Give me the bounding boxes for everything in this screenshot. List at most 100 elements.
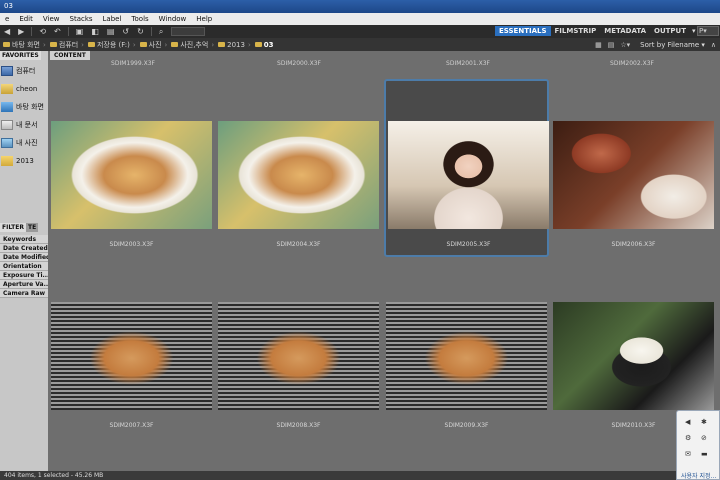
thumbnail-item-selected[interactable]: SDIM2005.X3F: [384, 79, 549, 257]
view-controls: ▦ ▤ ☆▾ Sort by Filename ▾ ∧: [589, 38, 716, 51]
filter-list: Keywords Date Created Date Modified Orie…: [0, 235, 48, 298]
content-panel: CONTENT SDIM1999.X3F SDIM2000.X3F SDIM20…: [48, 51, 720, 471]
tab-output[interactable]: OUTPUT: [650, 26, 690, 36]
menu-help[interactable]: Help: [191, 13, 217, 25]
thumbnail-image: [51, 302, 212, 410]
star-filter-icon[interactable]: ☆▾: [620, 41, 630, 49]
thumbnail-filename: SDIM2009.X3F: [444, 422, 489, 429]
sort-dropdown[interactable]: Sort by Filename ▾: [640, 41, 705, 49]
workspace-search-input[interactable]: P▾: [697, 26, 719, 36]
breadcrumb-drive[interactable]: 저장용 (F:) ›: [87, 40, 139, 50]
menu-tools[interactable]: Tools: [126, 13, 153, 25]
sort-direction-icon[interactable]: ∧: [711, 41, 716, 49]
favorites-list: 컴퓨터 cheon 바탕 화면 내 문서 내 사진 2013: [0, 62, 48, 170]
thumbnail-item[interactable]: SDIM2003.X3F: [49, 81, 214, 259]
documents-icon: [1, 120, 13, 130]
breadcrumb-computer[interactable]: 컴퓨터 ›: [49, 40, 87, 50]
thumbnail-filename: SDIM2003.X3F: [109, 241, 154, 248]
folder-icon: [1, 156, 13, 166]
thumbnail-image: [388, 121, 549, 229]
menu-stacks[interactable]: Stacks: [65, 13, 98, 25]
workspace-dropdown-icon[interactable]: ▾: [690, 27, 696, 35]
grid-view-icon[interactable]: ▦: [595, 41, 602, 49]
filter-camera-raw[interactable]: Camera Raw: [0, 289, 48, 298]
refine-icon[interactable]: ◧: [87, 25, 103, 38]
thumbnail-item[interactable]: SDIM2008.X3F: [216, 262, 381, 440]
thumbnail-image: [218, 121, 379, 229]
menu-label[interactable]: Label: [98, 13, 127, 25]
filter-keywords[interactable]: Keywords: [0, 235, 48, 244]
rotate-icon[interactable]: ↶: [50, 25, 65, 38]
thumbnail-label: SDIM2001.X3F: [446, 60, 490, 67]
favorite-user[interactable]: cheon: [0, 80, 48, 98]
tab-filter[interactable]: FILTER: [0, 223, 26, 232]
breadcrumb-2013[interactable]: 2013 ›: [217, 41, 254, 49]
open-icon[interactable]: ▤: [103, 25, 119, 38]
network-icon[interactable]: ⚙: [685, 435, 692, 442]
speaker-icon[interactable]: ◀: [685, 419, 692, 426]
mail-icon[interactable]: ✉: [685, 451, 692, 458]
tab-essentials[interactable]: ESSENTIALS: [495, 26, 551, 36]
computer-icon: [1, 66, 13, 76]
camera-icon[interactable]: ▣: [72, 25, 88, 38]
breadcrumb-memories[interactable]: 사진,추억 ›: [170, 40, 217, 50]
search-icon[interactable]: ⌕: [155, 25, 167, 38]
favorite-computer[interactable]: 컴퓨터: [0, 62, 48, 80]
back-arrow-icon[interactable]: ◀: [0, 25, 14, 38]
folder-icon: [87, 42, 95, 47]
filter-date-created[interactable]: Date Created: [0, 244, 48, 253]
thumbnail-item[interactable]: SDIM2004.X3F: [216, 81, 381, 259]
left-panel: FAVORITES 컴퓨터 cheon 바탕 화면 내 문서 내 사진 2013…: [0, 51, 48, 471]
filter-date-modified[interactable]: Date Modified: [0, 253, 48, 262]
favorite-2013[interactable]: 2013: [0, 152, 48, 170]
thumbnail-image: [553, 121, 714, 229]
favorite-desktop[interactable]: 바탕 화면: [0, 98, 48, 116]
rotate-left-icon[interactable]: ↺: [118, 25, 133, 38]
thumbnail-image: [51, 121, 212, 229]
favorite-documents[interactable]: 내 문서: [0, 116, 48, 134]
list-view-icon[interactable]: ▤: [608, 41, 615, 49]
folder-icon: [254, 42, 262, 47]
app-tray-icon[interactable]: ▬: [701, 451, 708, 458]
toolbar-search-input[interactable]: [171, 27, 206, 36]
breadcrumb-desktop[interactable]: 바탕 화면 ›: [2, 40, 49, 50]
tab-filmstrip[interactable]: FILMSTRIP: [551, 26, 601, 36]
tab-collections[interactable]: TE: [25, 223, 39, 232]
tab-favorites[interactable]: FAVORITES: [0, 51, 41, 60]
security-icon[interactable]: ⊘: [701, 435, 708, 442]
filter-tabs: FILTER TE: [0, 223, 48, 232]
forward-arrow-icon[interactable]: ▶: [14, 25, 28, 38]
filter-exposure-time[interactable]: Exposure Ti...: [0, 271, 48, 280]
thumbnail-filename: SDIM2006.X3F: [611, 241, 656, 248]
thumbnail-item[interactable]: SDIM2006.X3F: [551, 81, 716, 259]
menu-edit[interactable]: Edit: [14, 13, 38, 25]
customize-link[interactable]: 사용자 지정...: [681, 471, 716, 480]
folder-icon: [171, 42, 179, 47]
breadcrumb-current[interactable]: 03: [254, 41, 274, 49]
rotate-right-icon[interactable]: ↻: [133, 25, 148, 38]
thumbnail-label: SDIM1999.X3F: [111, 60, 155, 67]
thumbnail-item[interactable]: SDIM2009.X3F: [384, 262, 549, 440]
folder-icon: [139, 42, 147, 47]
thumbnail-item[interactable]: SDIM2007.X3F: [49, 262, 214, 440]
desktop-icon: [1, 102, 13, 112]
filter-aperture[interactable]: Aperture Va...: [0, 280, 48, 289]
folder-icon: [49, 42, 57, 47]
menu-view[interactable]: View: [38, 13, 65, 25]
tab-content[interactable]: CONTENT: [50, 51, 90, 60]
thumbnail-image: [218, 302, 379, 410]
window-title: 03: [4, 2, 13, 10]
menu-file[interactable]: e: [0, 13, 14, 25]
recent-icon[interactable]: ⟲: [35, 25, 50, 38]
bluetooth-icon[interactable]: ✱: [701, 419, 708, 426]
workspace-tabs: ESSENTIALS FILMSTRIP METADATA OUTPUT ▾: [495, 26, 696, 36]
menu-bar: e Edit View Stacks Label Tools Window He…: [0, 13, 720, 25]
thumbnail-filename: SDIM2004.X3F: [276, 241, 321, 248]
filter-orientation[interactable]: Orientation: [0, 262, 48, 271]
breadcrumb-photos[interactable]: 사진 ›: [139, 40, 171, 50]
user-folder-icon: [1, 84, 13, 94]
tab-metadata[interactable]: METADATA: [600, 26, 650, 36]
menu-window[interactable]: Window: [154, 13, 192, 25]
favorite-pictures[interactable]: 내 사진: [0, 134, 48, 152]
toolbar-divider: [31, 27, 33, 36]
